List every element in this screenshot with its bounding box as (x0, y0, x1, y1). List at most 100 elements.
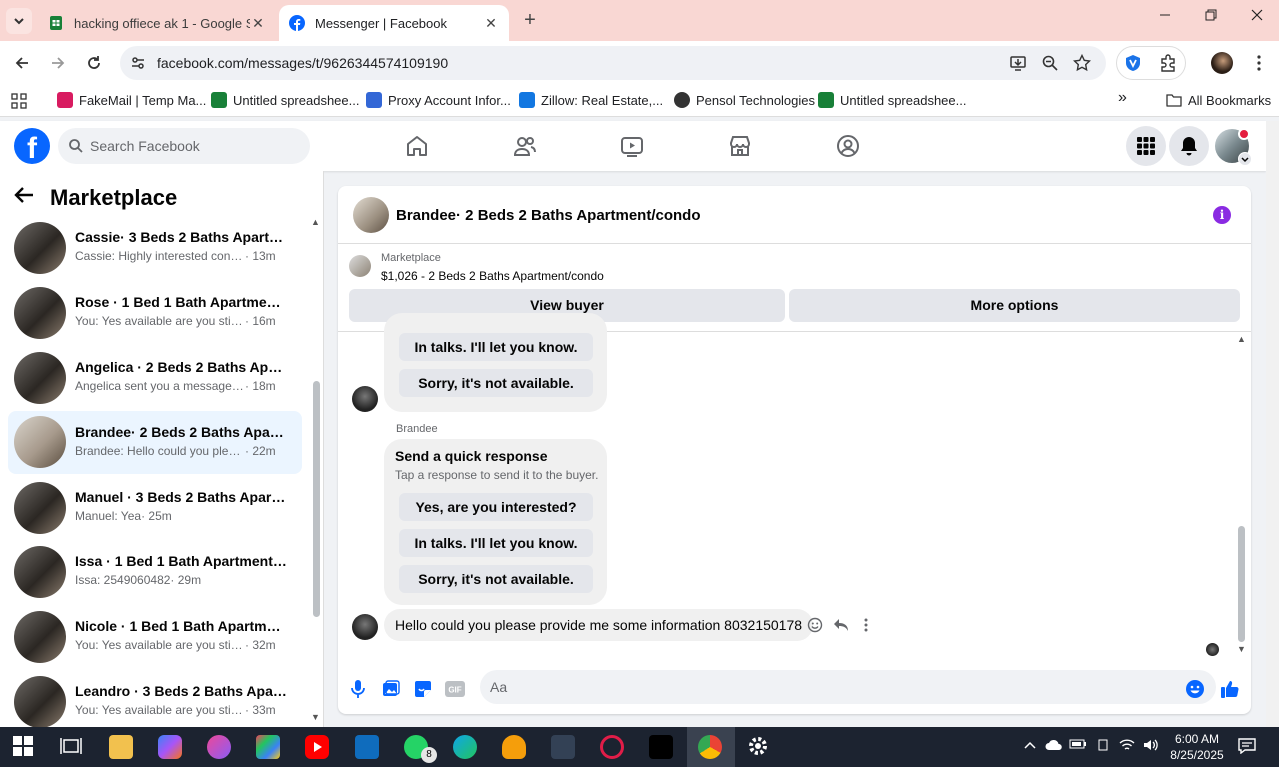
shield-icon[interactable] (1124, 54, 1142, 72)
nav-home[interactable] (404, 133, 430, 159)
edge-icon[interactable] (453, 735, 477, 759)
reply-icon[interactable] (832, 616, 850, 634)
forward-button[interactable] (45, 50, 71, 76)
puzzle-icon[interactable] (1159, 54, 1177, 72)
bookmark-zillow[interactable]: Zillow: Real Estate,... (519, 92, 663, 108)
settings-gear-icon[interactable] (747, 735, 771, 759)
notifications-button[interactable] (1169, 126, 1209, 166)
profile-avatar[interactable] (1211, 52, 1233, 74)
all-bookmarks-button[interactable]: All Bookmarks (1166, 92, 1271, 108)
bookmark-proxy[interactable]: Proxy Account Infor... (366, 92, 511, 108)
conversation-item[interactable]: Manuel · 3 Beds 2 Baths Apartment/condo … (8, 479, 302, 537)
sender-avatar[interactable] (352, 614, 378, 640)
site-settings-icon[interactable] (129, 54, 147, 72)
tiktok-icon[interactable] (649, 735, 673, 759)
chrome-icon[interactable] (698, 735, 722, 759)
photo-icon[interactable] (380, 678, 402, 700)
system-clock[interactable]: 6:00 AM 8/25/2025 (1166, 731, 1228, 763)
thumbs-up-icon[interactable] (1219, 678, 1241, 700)
bookmark-spreadsheet-1[interactable]: Untitled spreadshee... (211, 92, 359, 108)
zoom-icon[interactable] (1041, 54, 1059, 72)
windows-start-icon[interactable] (12, 735, 36, 759)
notification-center-icon[interactable] (1238, 738, 1256, 756)
message-input[interactable] (480, 670, 1216, 704)
microsoft-store-icon[interactable] (256, 735, 280, 759)
bookmark-star-icon[interactable] (1073, 54, 1091, 72)
conversation-list-scrollbar[interactable] (313, 381, 320, 617)
file-explorer-icon[interactable] (109, 735, 133, 759)
reload-button[interactable] (81, 50, 107, 76)
conversation-item[interactable]: Cassie· 3 Beds 2 Baths Apartment/condo C… (8, 219, 302, 277)
nav-marketplace[interactable] (727, 133, 753, 159)
quick-reply-in-talks[interactable]: In talks. I'll let you know. (399, 529, 593, 557)
message-thread-scrollbar[interactable] (1238, 526, 1245, 642)
listing-title[interactable]: $1,026 - 2 Beds 2 Baths Apartment/condo (381, 269, 604, 283)
search-facebook-input[interactable]: Search Facebook (58, 128, 310, 164)
youtube-icon[interactable] (305, 735, 329, 759)
tab-messenger[interactable]: Messenger | Facebook ✕ (279, 5, 509, 41)
more-bookmarks-button[interactable]: » (1118, 89, 1127, 107)
quick-reply-not-available[interactable]: Sorry, it's not available. (399, 369, 593, 397)
bookmark-fakemail[interactable]: FakeMail | Temp Ma... (57, 92, 206, 108)
quick-reply-interested[interactable]: Yes, are you interested? (399, 493, 593, 521)
onedrive-icon[interactable] (1045, 738, 1063, 756)
account-chevron-icon[interactable] (1238, 152, 1252, 166)
apps-icon[interactable] (11, 93, 27, 109)
scroll-down-arrow[interactable]: ▼ (1237, 644, 1246, 654)
conversation-item[interactable]: Leandro · 3 Beds 2 Baths Apartment/condo… (8, 673, 302, 728)
browser-menu-button[interactable] (1246, 50, 1272, 76)
conversation-item-selected[interactable]: Brandee· 2 Beds 2 Baths Apartment/condo … (8, 411, 302, 474)
page-scrollbar[interactable] (1266, 121, 1279, 727)
conversation-item[interactable]: Nicole · 1 Bed 1 Bath Apartment/condo Yo… (8, 608, 302, 666)
emoji-icon[interactable] (1184, 678, 1206, 700)
conversation-item[interactable]: Issa · 1 Bed 1 Bath Apartment/condo Issa… (8, 543, 302, 601)
tab-search-button[interactable] (6, 8, 32, 34)
menu-button[interactable] (1126, 126, 1166, 166)
minimize-button[interactable] (1150, 8, 1180, 32)
nav-gaming[interactable] (835, 133, 861, 159)
volume-icon[interactable] (1142, 738, 1160, 756)
medal-icon[interactable] (502, 735, 526, 759)
close-icon[interactable]: ✕ (250, 15, 266, 32)
copilot-icon[interactable] (158, 735, 182, 759)
close-icon[interactable]: ✕ (483, 15, 499, 32)
gif-icon[interactable]: GIF (444, 678, 466, 700)
bookmark-pensol[interactable]: Pensol Technologies (674, 92, 815, 108)
back-arrow-icon[interactable] (14, 186, 42, 210)
app-icon[interactable] (207, 735, 231, 759)
scroll-up-arrow[interactable]: ▲ (1237, 334, 1246, 344)
bookmark-spreadsheet-2[interactable]: Untitled spreadshee... (818, 92, 966, 108)
outlook-icon[interactable] (355, 735, 379, 759)
new-tab-button[interactable]: + (518, 9, 542, 33)
tab-google-sheets[interactable]: hacking offiece ak 1 - Google Sh ✕ (38, 5, 276, 41)
nav-watch[interactable] (619, 133, 645, 159)
sticker-icon[interactable] (412, 678, 434, 700)
conversation-item[interactable]: Angelica · 2 Beds 2 Baths Apartment/cond… (8, 349, 302, 407)
conversation-item[interactable]: Rose · 1 Bed 1 Bath Apartment/condo You:… (8, 284, 302, 342)
restore-button[interactable] (1196, 8, 1226, 32)
chat-listing-avatar[interactable] (353, 197, 389, 233)
device-icon[interactable] (1094, 738, 1112, 756)
close-window-button[interactable] (1242, 8, 1272, 32)
nav-friends[interactable] (512, 133, 538, 159)
microphone-icon[interactable] (347, 678, 369, 700)
install-app-icon[interactable] (1009, 54, 1027, 72)
wifi-icon[interactable] (1118, 738, 1136, 756)
back-button[interactable] (9, 50, 35, 76)
battery-icon[interactable] (1069, 738, 1087, 756)
more-options-button[interactable]: More options (789, 289, 1240, 322)
message-bubble[interactable]: Hello could you please provide me some i… (384, 609, 814, 641)
quick-reply-not-available[interactable]: Sorry, it's not available. (399, 565, 593, 593)
task-view-icon[interactable] (60, 735, 84, 759)
app-icon[interactable] (551, 735, 575, 759)
quick-reply-in-talks[interactable]: In talks. I'll let you know. (399, 333, 593, 361)
sender-avatar[interactable] (352, 386, 378, 412)
chat-title[interactable]: Brandee· 2 Beds 2 Baths Apartment/condo (396, 207, 701, 224)
more-vertical-icon[interactable] (857, 616, 875, 634)
react-emoji-icon[interactable] (806, 616, 824, 634)
facebook-logo[interactable]: f (14, 128, 50, 164)
scroll-down-arrow[interactable]: ▼ (311, 712, 320, 722)
info-icon[interactable]: i (1213, 206, 1231, 224)
opera-icon[interactable] (600, 735, 624, 759)
address-bar[interactable]: facebook.com/messages/t/9626344574109190 (120, 46, 1106, 80)
